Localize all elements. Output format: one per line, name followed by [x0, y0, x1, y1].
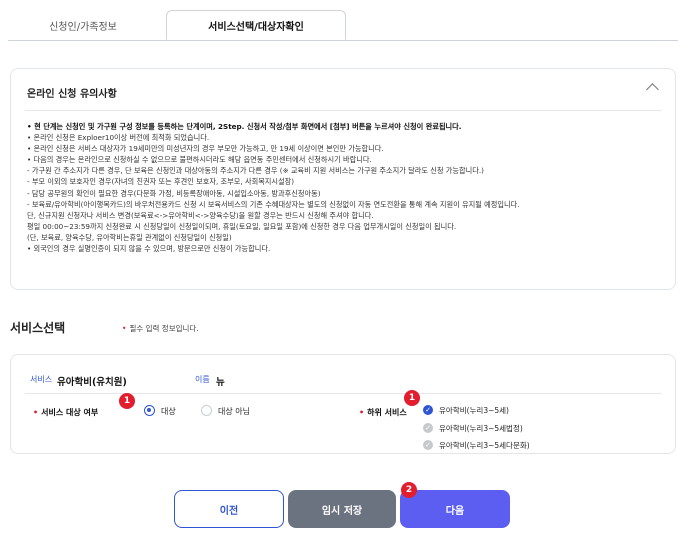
notice-line: - 보육료/유아학비(아이행복카드)의 바우처전용카드 신청 시 보육서비스의 … [27, 199, 520, 209]
service-panel: 서비스 유아학비(유치원) 이름 뉴 • 서비스 대상 여부 대상 대상 아님 •… [10, 354, 676, 454]
service-value: 유아학비(유치원) [57, 377, 127, 388]
notice-line: - 가구원 간 주소지가 다른 경우, 단 보육은 신청인과 대상아동의 주소지… [27, 166, 484, 176]
divider [25, 110, 661, 111]
radio-target-yes[interactable] [144, 405, 155, 416]
notice-line: • 외국인의 경우 실명인증이 되지 않을 수 있으며, 방문으로만 신청이 가… [27, 244, 271, 254]
tab-applicant-family[interactable]: 신청인/가족정보 [8, 10, 158, 40]
tab-service-selection[interactable]: 서비스선택/대상자확인 [166, 10, 346, 40]
notice-line: (단, 보육료, 양육수당, 유아학비는휴일 관계없이 신청당일이 신청일) [27, 232, 232, 242]
step-badge: 1 [119, 393, 135, 409]
check-icon[interactable]: ✓ [423, 423, 433, 433]
notice-line: - 부모 이외의 보호자인 경우(자녀의 친권자 또는 후견인 보호자, 조부모… [27, 177, 295, 187]
step-badge: 1 [404, 390, 420, 406]
divider [25, 393, 661, 394]
notice-line: 평일 00:00~23:59까지 신청완료 시 신청당일이 신청일이되며, 휴일… [27, 221, 457, 231]
check-icon[interactable]: ✓ [423, 405, 433, 415]
radio-target-no[interactable] [201, 405, 212, 416]
sub-service-option: 유아학비(누리3~5세다문화) [439, 441, 530, 450]
radio-label: 대상 [161, 407, 176, 416]
radio-label: 대상 아님 [218, 407, 250, 416]
tab-bar: 신청인/가족정보 서비스선택/대상자확인 [8, 10, 678, 41]
name-value: 뉴 [216, 377, 225, 388]
notice-panel: 온라인 신청 유의사항 • 현 단계는 신청인 및 가구원 구성 정보를 등록하… [10, 68, 676, 290]
check-icon[interactable]: ✓ [423, 440, 433, 450]
target-label-text: 서비스 대상 여부 [41, 408, 99, 417]
prev-button[interactable]: 이전 [174, 490, 284, 528]
required-dot-icon: • [359, 408, 365, 417]
notice-line: • 현 단계는 신청인 및 가구원 구성 정보를 등록하는 단계이며, 2Ste… [27, 122, 462, 131]
notice-line: • 온라인 신청은 Exploer10이상 버전에 최적화 되었습니다. [27, 133, 210, 143]
next-button[interactable]: 다음 [400, 490, 510, 528]
required-note-text: 필수 입력 정보입니다. [129, 324, 199, 333]
service-label: 서비스 [30, 375, 53, 384]
notice-line: • 온라인 신청은 서비스 대상자가 19세미만의 미성년자의 경우 부모만 가… [27, 144, 384, 154]
notice-body: • 현 단계는 신청인 및 가구원 구성 정보를 등록하는 단계이며, 2Ste… [27, 121, 665, 254]
name-label: 이름 [195, 375, 210, 384]
required-dot-icon: • [122, 324, 127, 333]
sub-service-option: 유아학비(누리3~5세법정) [439, 424, 523, 433]
sub-service-label: • 하위 서비스 [359, 407, 407, 418]
chevron-up-icon[interactable] [646, 83, 659, 96]
target-label: • 서비스 대상 여부 [33, 407, 98, 418]
sub-service-option: 유아학비(누리3~5세) [439, 406, 509, 415]
notice-title: 온라인 신청 유의사항 [27, 89, 117, 100]
step-badge: 2 [401, 482, 417, 498]
notice-line: 단, 신규지원 신청자나 서비스 변경(보육료<->유아학비<->양육수당)을 … [27, 210, 374, 220]
sub-service-label-text: 하위 서비스 [367, 408, 407, 417]
service-section-title: 서비스선택 [10, 321, 66, 335]
temp-save-button[interactable]: 임시 저장 [288, 490, 396, 528]
notice-line: • 다음의 경우는 온라인으로 신청하실 수 없으므로 불편하시더라도 해당 읍… [27, 155, 372, 165]
required-dot-icon: • [33, 408, 39, 417]
required-note: • 필수 입력 정보입니다. [122, 323, 199, 334]
notice-line: - 담당 공무원의 확인이 필요한 경우(다문화 가정, 비등록장애아동, 시설… [27, 188, 321, 198]
